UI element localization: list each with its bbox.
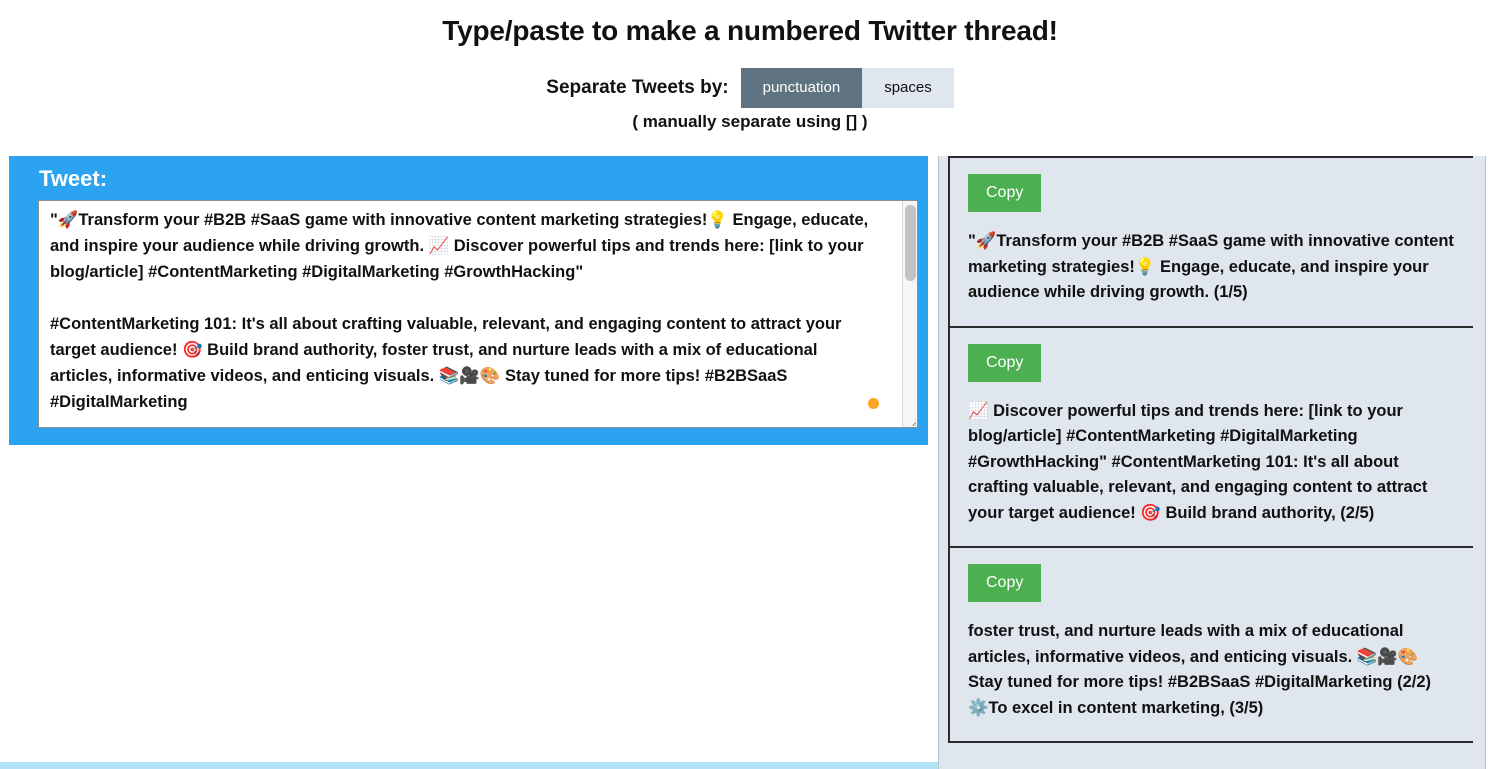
resize-handle-icon[interactable]	[903, 413, 916, 426]
results-scrollbar[interactable]	[1473, 156, 1485, 769]
thread-tweet-card-1: Copy "🚀Transform your #B2B #SaaS game wi…	[948, 156, 1476, 328]
thread-tweet-card-3: Copy foster trust, and nurture leads wit…	[948, 548, 1476, 743]
separator-options-row: Separate Tweets by: punctuation spaces	[0, 68, 1500, 108]
separator-option-punctuation[interactable]: punctuation	[740, 68, 863, 108]
separate-tweets-by-label: Separate Tweets by:	[546, 77, 729, 98]
status-dot	[868, 398, 879, 409]
textarea-scrollbar[interactable]	[902, 201, 917, 427]
copy-button-2[interactable]: Copy	[968, 343, 1042, 382]
manual-separate-hint: ( manually separate using [] )	[632, 112, 868, 131]
thread-tweet-text-2: 📈 Discover powerful tips and trends here…	[968, 401, 1428, 522]
separator-segmented-control[interactable]: punctuation spaces	[740, 68, 954, 108]
tweet-editor-label: Tweet:	[39, 166, 108, 191]
thread-tweet-text-1: "🚀Transform your #B2B #SaaS game with in…	[968, 232, 1454, 301]
textarea-scrollbar-thumb[interactable]	[905, 205, 916, 281]
thread-tweet-text-3: foster trust, and nurture leads with a m…	[968, 622, 1432, 717]
thread-results-panel[interactable]: Copy "🚀Transform your #B2B #SaaS game wi…	[938, 156, 1486, 769]
thread-tweet-card-2: Copy 📈 Discover powerful tips and trends…	[948, 327, 1476, 548]
copy-button-1[interactable]: Copy	[968, 174, 1042, 212]
page-title: Type/paste to make a numbered Twitter th…	[442, 15, 1058, 46]
separator-option-spaces[interactable]: spaces	[862, 68, 954, 108]
tweet-textarea-value[interactable]: "🚀Transform your #B2B #SaaS game with in…	[50, 207, 880, 415]
copy-button-3[interactable]: Copy	[968, 564, 1042, 602]
tweet-editor-panel: Tweet: "🚀Transform your #B2B #SaaS game …	[9, 156, 928, 445]
bottom-accent-band	[0, 762, 938, 769]
tweet-textarea[interactable]: "🚀Transform your #B2B #SaaS game with in…	[38, 200, 918, 428]
